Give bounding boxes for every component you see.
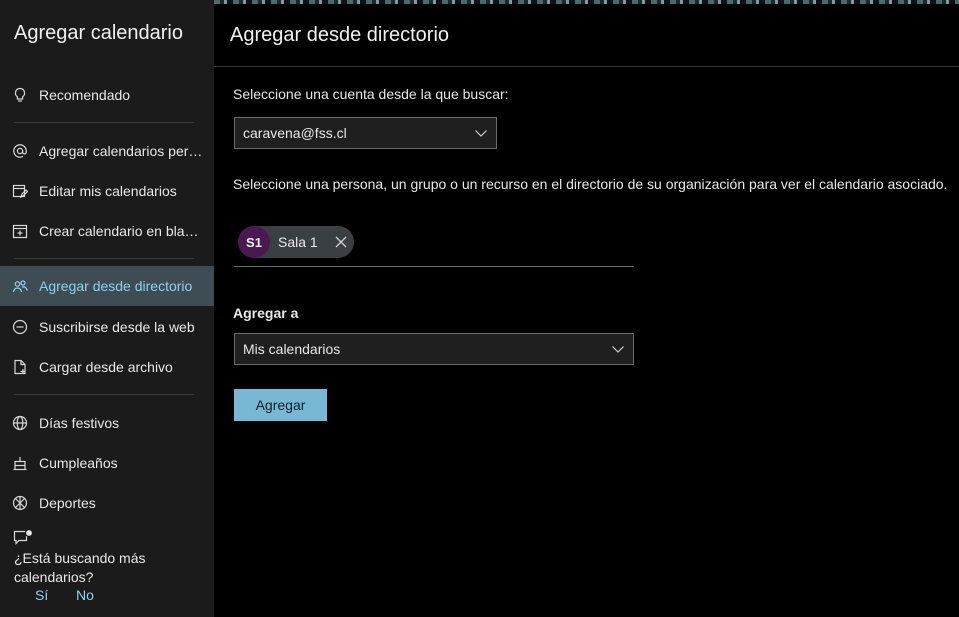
- sidebar-item-label: Deportes: [39, 495, 96, 511]
- directory-label: Seleccione una persona, un grupo o un re…: [233, 176, 948, 192]
- globe-icon: [12, 415, 28, 431]
- sidebar-item-upload-file[interactable]: Cargar desde archivo: [0, 347, 214, 387]
- sidebar-item-subscribe-web[interactable]: Suscribirse desde la web: [0, 307, 214, 347]
- sidebar-item-label: Días festivos: [39, 415, 120, 431]
- at-icon: [13, 144, 27, 158]
- sidebar-item-edit-calendars[interactable]: Editar mis calendarios: [0, 171, 214, 211]
- account-dropdown[interactable]: caravena@fss.cl: [234, 117, 497, 149]
- add-to-dropdown[interactable]: Mis calendarios: [234, 333, 634, 365]
- sidebar-title: Agregar calendario: [14, 22, 183, 44]
- people-icon: [12, 280, 28, 293]
- sidebar-item-label: Cargar desde archivo: [39, 359, 173, 375]
- sidebar-item-recomendado[interactable]: Recomendado: [0, 75, 214, 115]
- sidebar-item-blank-calendar[interactable]: Crear calendario en blanco: [0, 211, 214, 251]
- sidebar-item-label: Agregar calendarios personales: [39, 143, 205, 159]
- people-picker-underline: [234, 266, 634, 267]
- sidebar-item-label: Suscribirse desde la web: [39, 319, 195, 335]
- main-panel: Agregar desde directorio Seleccione una …: [214, 4, 959, 617]
- page-title: Agregar desde directorio: [230, 24, 450, 46]
- account-dropdown-value: caravena@fss.cl: [243, 125, 347, 141]
- sidebar-item-sports[interactable]: Deportes: [0, 483, 214, 523]
- feedback-icon: [13, 529, 34, 545]
- sidebar-divider: [14, 122, 194, 123]
- sidebar-item-label: Editar mis calendarios: [39, 183, 177, 199]
- chevron-down-icon: [475, 130, 487, 137]
- sidebar: Agregar calendario Recomendado Agregar c…: [0, 0, 214, 617]
- chip-label: Sala 1: [278, 234, 318, 250]
- sidebar-item-label: Cumpleaños: [39, 455, 118, 471]
- chevron-down-icon: [612, 346, 624, 353]
- file-upload-icon: [14, 359, 26, 375]
- lightbulb-icon: [14, 87, 26, 102]
- sidebar-item-from-directory[interactable]: Agregar desde directorio: [0, 266, 214, 306]
- add-calendar-icon: [12, 224, 28, 239]
- avatar: S1: [238, 226, 270, 258]
- sidebar-item-personal-calendars[interactable]: Agregar calendarios personales: [0, 131, 214, 171]
- sidebar-divider: [14, 394, 194, 395]
- feedback-yes-link[interactable]: Sí: [35, 587, 48, 603]
- cake-icon: [13, 457, 27, 471]
- add-to-dropdown-value: Mis calendarios: [243, 341, 341, 357]
- account-label: Seleccione una cuenta desde la que busca…: [233, 86, 509, 102]
- feedback-no-link[interactable]: No: [76, 587, 94, 603]
- header-divider: [214, 66, 959, 67]
- sidebar-item-birthdays[interactable]: Cumpleaños: [0, 443, 214, 483]
- selected-resource-chip: S1 Sala 1: [238, 226, 354, 258]
- sports-icon: [12, 495, 28, 511]
- edit-calendar-icon: [12, 184, 28, 199]
- sidebar-item-label: Crear calendario en blanco: [39, 223, 205, 239]
- add-button[interactable]: Agregar: [234, 389, 327, 421]
- link-icon: [12, 319, 28, 335]
- add-to-label: Agregar a: [233, 305, 299, 321]
- sidebar-item-label: Agregar desde directorio: [39, 278, 193, 294]
- sidebar-item-label: Recomendado: [39, 87, 131, 103]
- sidebar-divider: [14, 258, 194, 259]
- feedback-question: ¿Está buscando más calendarios?: [14, 550, 146, 585]
- close-icon[interactable]: [334, 235, 348, 249]
- sidebar-item-holidays[interactable]: Días festivos: [0, 403, 214, 443]
